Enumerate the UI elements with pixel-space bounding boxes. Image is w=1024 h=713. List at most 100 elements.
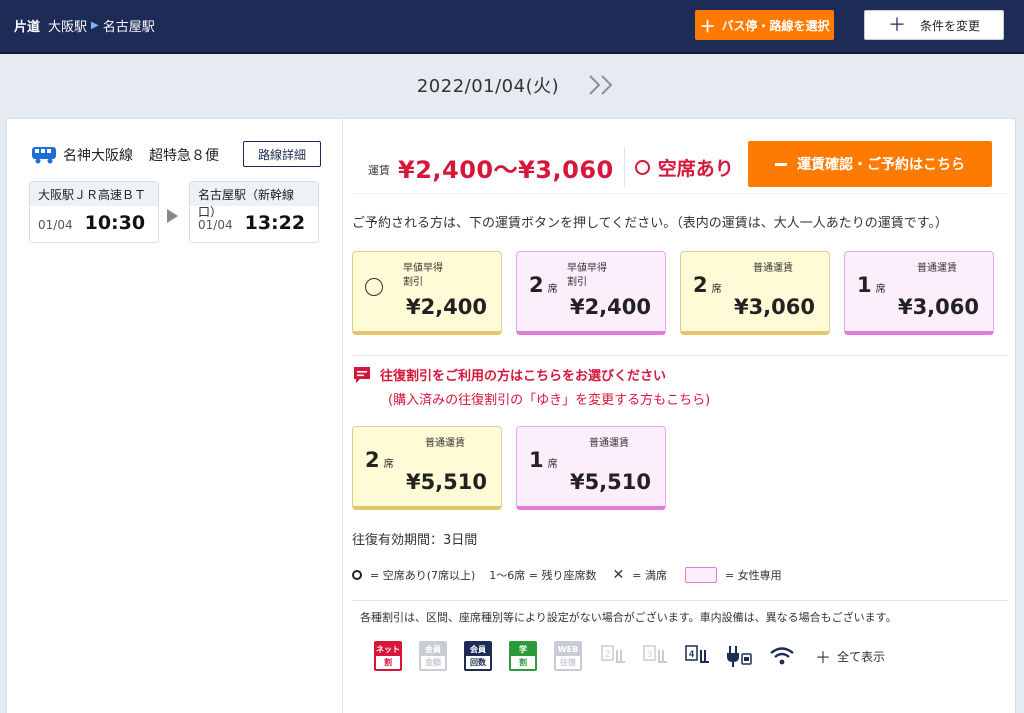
round-trip-fare-button-women[interactable]: 普通運賃 1 席 ¥5,510 <box>516 426 666 510</box>
select-stop-route-label: バス停・路線を選択 <box>721 18 830 33</box>
plus-icon: ＋ <box>815 648 832 667</box>
round-trip-subtitle[interactable]: (購入済みの往復割引の「ゆき」を変更する方もこちら) <box>388 389 710 408</box>
service-card: 名神大阪線 超特急８便 路線詳細 大阪駅ＪＲ高速ＢＴ 01/04 10:30 名… <box>6 118 1016 713</box>
fare-category-line2: 割引 <box>567 277 587 288</box>
web-round-trip-icon: WEB 往復 <box>554 641 582 671</box>
top-header: 片道 大阪駅 ▶ 名古屋駅 ＋ バス停・路線を選択 ＋ 条件を変更 <box>0 0 1024 54</box>
travel-date: 2022/01/04(火) <box>416 76 560 97</box>
icon-label-bottom: 割 <box>519 658 527 667</box>
icon-label-bottom: 金額 <box>425 658 441 667</box>
route-summary: 片道 大阪駅 ▶ 名古屋駅 <box>14 16 155 35</box>
depart-stop-box: 大阪駅ＪＲ高速ＢＴ 01/04 10:30 <box>29 181 159 243</box>
route-detail-button[interactable]: 路線詳細 <box>243 141 321 167</box>
icon-label-bottom: 回数 <box>470 658 486 667</box>
seat-unit: 席 <box>383 459 394 470</box>
seat-count: 2 席 <box>693 273 722 297</box>
seat-icon-number: 3 <box>647 649 652 659</box>
round-trip-validity: 往復有効期間：3日間 <box>352 533 478 548</box>
divider <box>352 355 1008 356</box>
arrive-date: 01/04 <box>198 218 233 232</box>
seat-number: 2 <box>365 448 380 472</box>
date-bar: 2022/01/04(火) <box>0 56 1024 114</box>
fare-price: ¥2,400 <box>405 295 487 319</box>
fare-category-line2: 割引 <box>403 277 423 288</box>
show-all-label: 全て表示 <box>837 649 886 664</box>
seat-number: 1 <box>857 273 872 297</box>
select-stop-route-button[interactable]: ＋ バス停・路線を選択 <box>695 10 834 40</box>
net-discount-icon: ネット 割 <box>374 641 402 671</box>
legend-available: = 空席あり(7席以上) <box>370 569 476 582</box>
depart-time: 10:30 <box>84 212 146 234</box>
fare-category: 普通運賃 <box>425 438 465 449</box>
booking-button-label: 運賃確認・ご予約はこちら <box>797 156 965 172</box>
divider <box>352 193 1008 194</box>
service-name: 超特急８便 <box>149 148 219 164</box>
arrive-stop-box: 名古屋駅（新幹線口） 01/04 13:22 <box>189 181 319 243</box>
seat-count: 2 席 <box>365 448 394 472</box>
message-icon <box>354 366 370 383</box>
power-outlet-icon <box>727 646 752 667</box>
icon-label-bottom: 往復 <box>560 658 576 667</box>
round-trip-header: 往復割引をご利用の方はこちらをお選びください <box>352 365 666 384</box>
arrive-stop-name: 名古屋駅（新幹線口） <box>190 182 318 219</box>
fare-column: 運賃 ¥2,400～¥3,060 空席あり 運賃確認・ご予約はこちら ご予約され… <box>344 119 1016 713</box>
seat-number: 2 <box>693 273 708 297</box>
fare-button-early-discount-women[interactable]: 早値早得 割引 2 席 ¥2,400 <box>516 251 666 335</box>
legend-remaining: 1～6席 = 残り座席数 <box>489 569 597 582</box>
booking-instruction: ご予約される方は、下の運賃ボタンを押してください。（表内の運賃は、大人一人あたり… <box>352 216 948 231</box>
depart-stop-name: 大阪駅ＪＲ高速ＢＴ <box>30 182 158 206</box>
legend: = 空席あり(7席以上) 1～6席 = 残り座席数 ✕ = 満席 = 女性専用 <box>352 567 782 583</box>
icon-label-bottom: 割 <box>384 658 392 667</box>
plus-icon: ＋ <box>699 19 716 36</box>
route-arrow-icon: ▶ <box>91 20 99 31</box>
fare-confirm-booking-button[interactable]: 運賃確認・ご予約はこちら <box>748 141 992 187</box>
legend-women: = 女性専用 <box>724 569 782 582</box>
fare-button-regular-women[interactable]: 普通運賃 1 席 ¥3,060 <box>844 251 994 335</box>
seat-unit: 席 <box>875 284 886 295</box>
fare-label: 運賃 <box>368 164 390 177</box>
available-circle-icon <box>365 278 383 296</box>
seat-availability: 空席あり <box>634 154 734 181</box>
icon-label-top: 会員 <box>425 645 441 654</box>
women-only-swatch <box>684 567 717 583</box>
fare-button-early-discount[interactable]: 早値早得 割引 ¥2,400 <box>352 251 502 335</box>
facility-icons-row: ネット 割 会員 金額 会員 回数 学 割 WEB 往復 2 3 4 ＋ 全て表… <box>374 639 885 673</box>
fare-category-line1: 早値早得 <box>403 263 443 274</box>
icon-label-top: ネット <box>376 645 400 654</box>
minus-icon <box>775 162 787 166</box>
discount-notes: 各種割引は、区間、座席種別等により設定がない場合がございます。車内設備は、異なる… <box>360 611 897 624</box>
change-conditions-button[interactable]: ＋ 条件を変更 <box>864 10 1004 40</box>
member-amount-icon: 会員 金額 <box>419 641 447 671</box>
fare-summary: 運賃 ¥2,400～¥3,060 空席あり <box>368 147 734 187</box>
seat-unit: 席 <box>547 459 558 470</box>
plus-icon: ＋ <box>887 15 906 35</box>
fare-price: ¥3,060 <box>733 295 815 319</box>
fare-button-regular[interactable]: 普通運賃 2 席 ¥3,060 <box>680 251 830 335</box>
seat-count: 1 席 <box>857 273 886 297</box>
available-circle-icon <box>634 159 650 175</box>
show-all-facilities-link[interactable]: ＋ 全て表示 <box>815 644 885 668</box>
seat-count: 2 席 <box>529 273 558 297</box>
icon-label-top: 会員 <box>470 645 486 654</box>
seat-icon-number: 2 <box>605 649 610 659</box>
seat-3-row-icon: 3 <box>643 645 667 663</box>
icon-label-top: WEB <box>557 645 579 654</box>
available-circle-icon <box>352 570 362 580</box>
fare-price: ¥5,510 <box>405 470 487 494</box>
service-info-column: 名神大阪線 超特急８便 路線詳細 大阪駅ＪＲ高速ＢＴ 01/04 10:30 名… <box>7 119 343 713</box>
round-trip-fare-button-regular[interactable]: 普通運賃 2 席 ¥5,510 <box>352 426 502 510</box>
next-date-icon[interactable] <box>587 74 617 96</box>
divider <box>623 147 625 187</box>
seat-2-row-icon: 2 <box>601 645 625 663</box>
bus-icon <box>32 147 56 164</box>
seat-number: 2 <box>529 273 544 297</box>
fare-range: ¥2,400～¥3,060 <box>398 155 614 184</box>
seat-unit: 席 <box>711 284 722 295</box>
seat-4-row-icon: 4 <box>685 645 709 663</box>
line-title: 名神大阪線 超特急８便 <box>31 145 219 165</box>
seat-number: 1 <box>529 448 544 472</box>
fare-price: ¥3,060 <box>897 295 979 319</box>
icon-label-top: 学 <box>519 645 527 654</box>
fare-category: 早値早得 割引 <box>403 262 499 290</box>
availability-text: 空席あり <box>657 157 734 180</box>
